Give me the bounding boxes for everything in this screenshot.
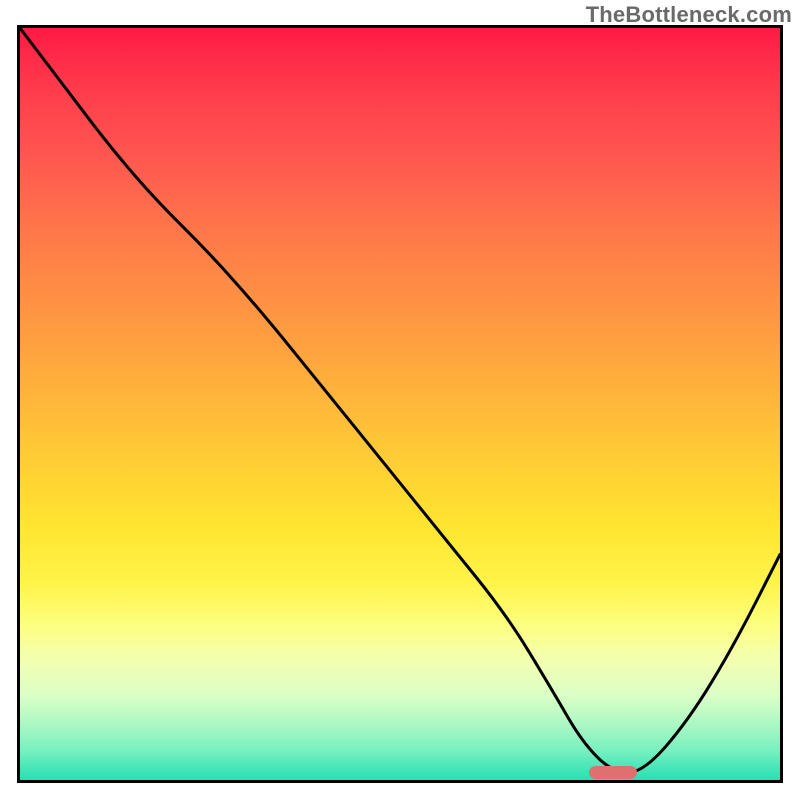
watermark-text: TheBottleneck.com bbox=[586, 2, 792, 28]
bottleneck-curve bbox=[20, 28, 780, 780]
bottleneck-chart: TheBottleneck.com bbox=[0, 0, 800, 800]
plot-area bbox=[17, 25, 783, 783]
optimal-marker bbox=[589, 766, 637, 779]
